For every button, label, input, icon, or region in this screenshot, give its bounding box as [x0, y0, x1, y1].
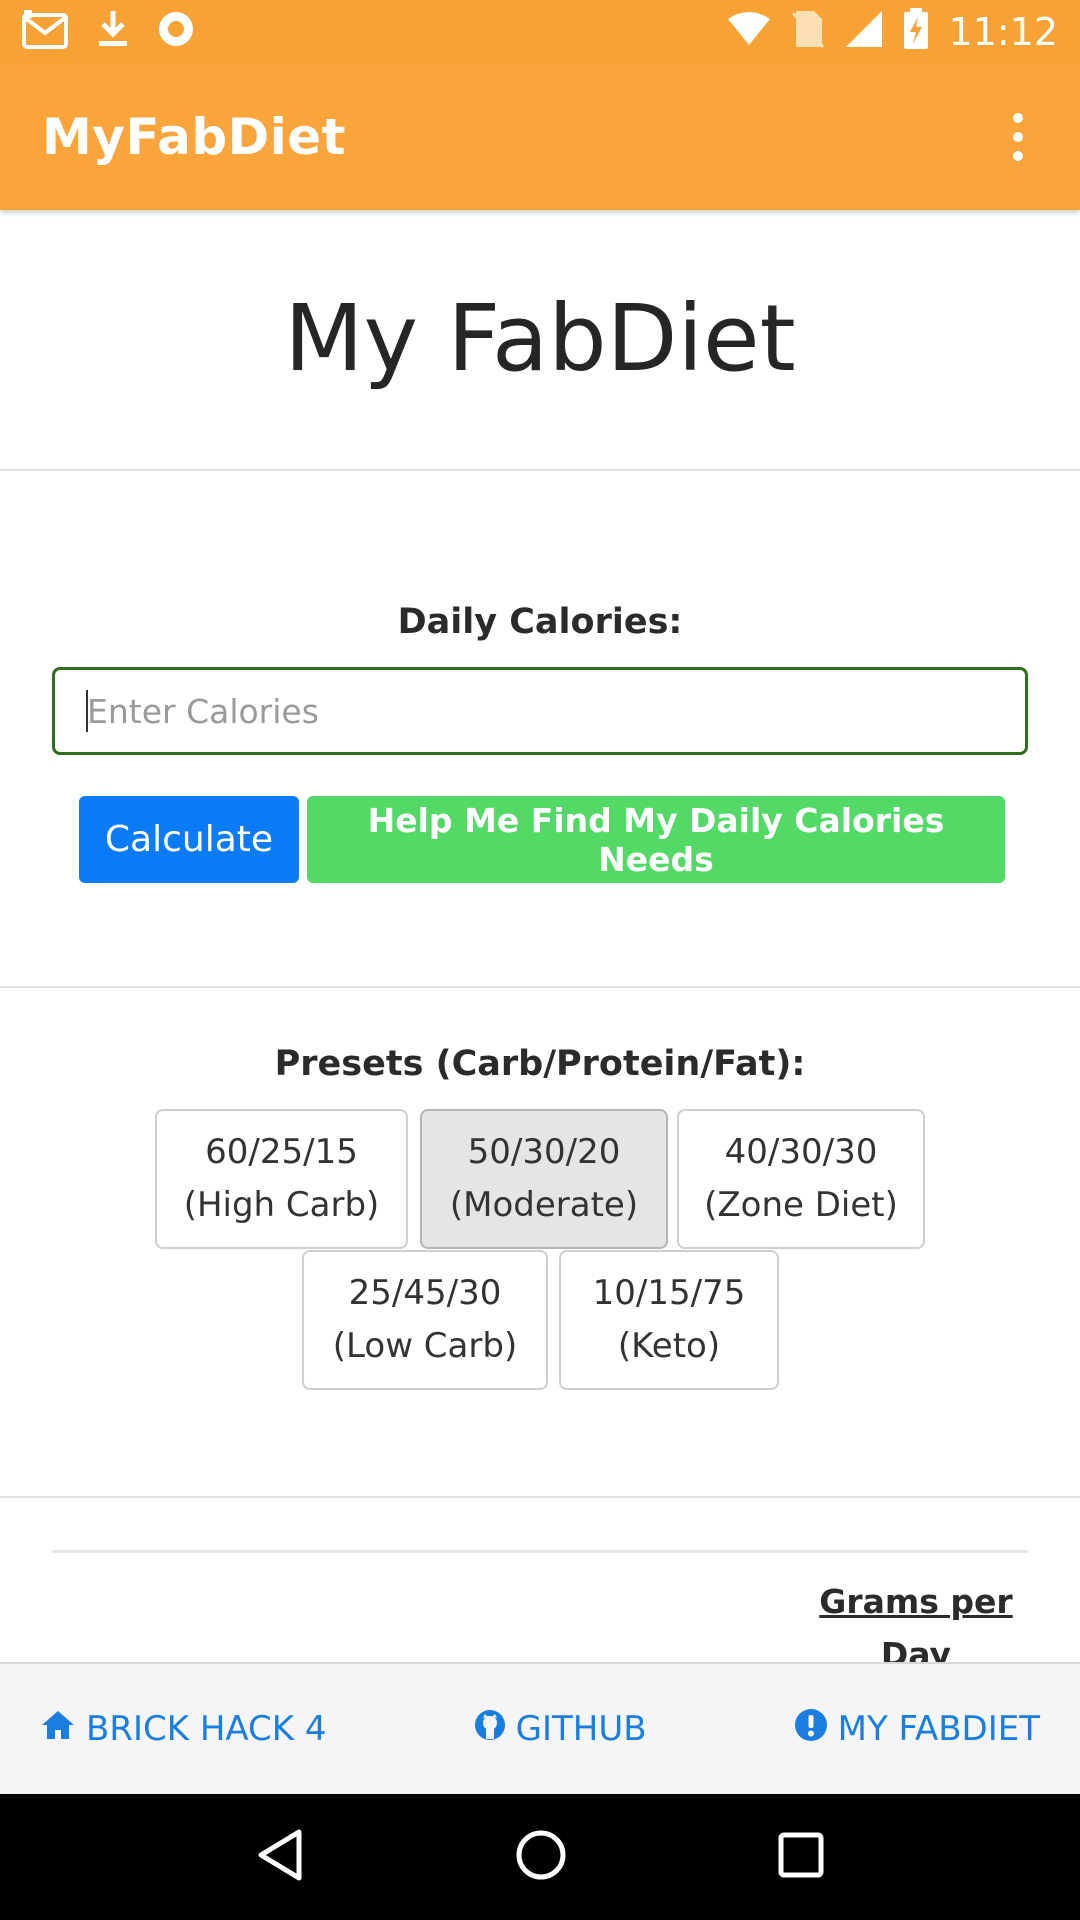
app-bar: MyFabDiet	[0, 63, 1080, 210]
status-time: 11:12	[948, 9, 1058, 54]
status-left-icons	[22, 9, 196, 54]
back-icon[interactable]	[255, 1828, 305, 1887]
preset-low-carb-button[interactable]: 25/45/30 (Low Carb)	[302, 1250, 548, 1390]
overflow-menu-icon[interactable]	[998, 107, 1038, 167]
my-fabdiet-link[interactable]: MY FABDIET	[794, 1708, 1040, 1751]
calories-input[interactable]	[52, 667, 1028, 755]
preset-ratio: 10/15/75	[592, 1273, 746, 1313]
home-icon	[40, 1709, 76, 1750]
system-nav-bar	[0, 1794, 1080, 1920]
preset-name: (Zone Diet)	[704, 1185, 898, 1225]
github-link[interactable]: GITHUB	[474, 1709, 647, 1750]
home-circle-icon[interactable]	[514, 1828, 568, 1887]
footer-nav: BRICK HACK 4 GITHUB MY FABDIET	[0, 1662, 1080, 1794]
table-top-border	[52, 1550, 1028, 1553]
status-right-icons: 11:12	[726, 8, 1058, 55]
preset-ratio: 25/45/30	[348, 1273, 502, 1313]
no-sim-icon	[790, 9, 826, 54]
gmail-icon	[22, 9, 70, 54]
page-title: My FabDiet	[284, 285, 796, 392]
recents-icon[interactable]	[777, 1831, 825, 1884]
github-label: GITHUB	[515, 1709, 647, 1749]
preset-ratio: 50/30/20	[467, 1132, 621, 1172]
preset-ratio: 40/30/30	[724, 1132, 878, 1172]
divider	[0, 469, 1080, 471]
brick-hack-label: BRICK HACK 4	[86, 1709, 327, 1749]
battery-charging-icon	[902, 8, 930, 55]
preset-moderate-button[interactable]: 50/30/20 (Moderate)	[420, 1109, 668, 1249]
preset-zone-diet-button[interactable]: 40/30/30 (Zone Diet)	[677, 1109, 925, 1249]
preset-name: (Low Carb)	[332, 1326, 518, 1366]
calculate-button[interactable]: Calculate	[79, 796, 299, 883]
preset-name: (High Carb)	[183, 1185, 380, 1225]
github-icon	[474, 1709, 506, 1750]
preset-keto-button[interactable]: 10/15/75 (Keto)	[559, 1250, 779, 1390]
preset-ratio: 60/25/15	[205, 1132, 358, 1172]
text-caret	[86, 690, 88, 732]
signal-icon	[844, 9, 884, 54]
download-icon	[96, 9, 130, 54]
preset-name: (Keto)	[617, 1326, 721, 1366]
find-calories-help-button[interactable]: Help Me Find My Daily Calories Needs	[307, 796, 1005, 883]
daily-calories-label: Daily Calories:	[397, 602, 683, 642]
info-circle-icon	[794, 1708, 828, 1751]
grams-header-line1: Grams per	[819, 1582, 1013, 1621]
status-bar: 11:12	[0, 0, 1080, 63]
wifi-icon	[726, 11, 772, 52]
presets-label: Presets (Carb/Protein/Fat):	[274, 1044, 806, 1084]
my-fabdiet-label: MY FABDIET	[837, 1709, 1040, 1749]
divider	[0, 986, 1080, 988]
record-icon	[156, 9, 196, 54]
preset-name: (Moderate)	[449, 1185, 639, 1225]
preset-high-carb-button[interactable]: 60/25/15 (High Carb)	[155, 1109, 408, 1249]
app-title: MyFabDiet	[42, 107, 347, 166]
divider	[0, 1496, 1080, 1498]
brick-hack-link[interactable]: BRICK HACK 4	[40, 1709, 327, 1750]
